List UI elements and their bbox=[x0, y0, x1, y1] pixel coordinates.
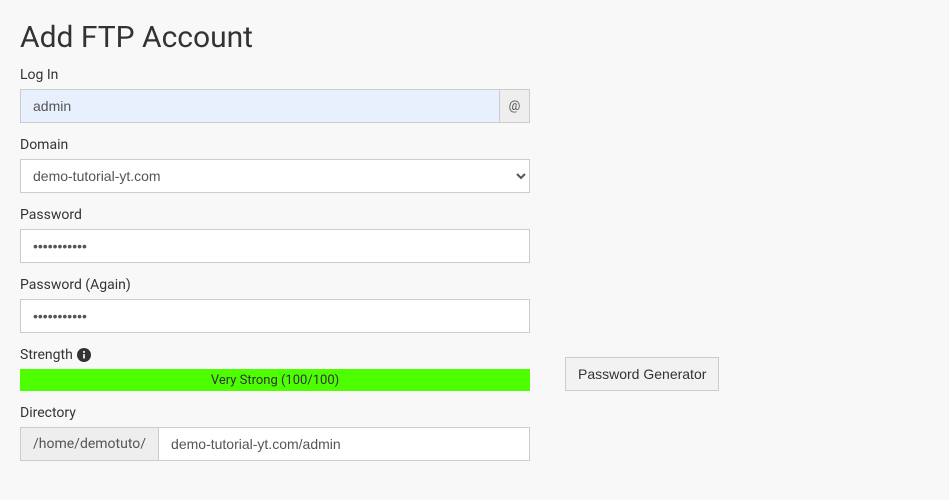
strength-group: Strength Very Strong (100/100) Password … bbox=[20, 347, 929, 391]
login-input-group: @ bbox=[20, 89, 530, 123]
at-addon: @ bbox=[500, 89, 530, 123]
login-label: Log In bbox=[20, 67, 929, 83]
strength-label: Strength bbox=[20, 347, 73, 363]
directory-group: Directory /home/demotuto/ bbox=[20, 405, 929, 461]
password-again-input[interactable] bbox=[20, 299, 530, 333]
domain-group: Domain demo-tutorial-yt.com bbox=[20, 137, 929, 193]
page-title: Add FTP Account bbox=[20, 20, 929, 55]
strength-row: Strength Very Strong (100/100) Password … bbox=[20, 347, 929, 391]
strength-bar: Very Strong (100/100) bbox=[20, 369, 530, 391]
login-input[interactable] bbox=[20, 89, 500, 123]
directory-input[interactable] bbox=[158, 427, 530, 461]
strength-col: Strength Very Strong (100/100) bbox=[20, 347, 530, 391]
password-again-label: Password (Again) bbox=[20, 277, 929, 293]
password-again-group: Password (Again) bbox=[20, 277, 929, 333]
directory-input-group: /home/demotuto/ bbox=[20, 427, 530, 461]
password-input[interactable] bbox=[20, 229, 530, 263]
strength-text: Very Strong (100/100) bbox=[211, 373, 339, 388]
directory-label: Directory bbox=[20, 405, 929, 421]
strength-label-row: Strength bbox=[20, 347, 530, 363]
info-icon bbox=[77, 348, 91, 362]
domain-label: Domain bbox=[20, 137, 929, 153]
domain-select[interactable]: demo-tutorial-yt.com bbox=[20, 159, 530, 193]
password-generator-button[interactable]: Password Generator bbox=[565, 357, 719, 391]
password-group: Password bbox=[20, 207, 929, 263]
password-label: Password bbox=[20, 207, 929, 223]
directory-prefix: /home/demotuto/ bbox=[20, 427, 158, 461]
login-group: Log In @ bbox=[20, 67, 929, 123]
